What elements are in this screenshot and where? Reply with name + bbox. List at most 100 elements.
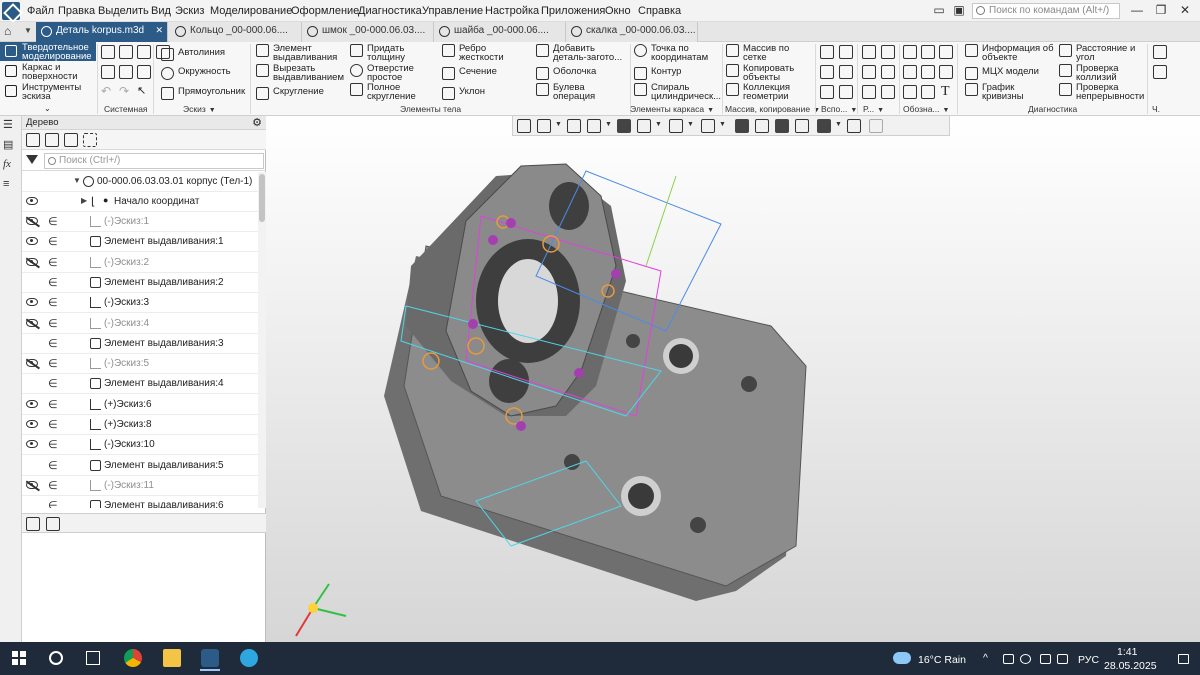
link-icon[interactable]: ∈ <box>48 215 58 228</box>
fillet-button[interactable]: Скругление <box>256 87 324 100</box>
layers-icon[interactable] <box>881 45 895 59</box>
clock-time[interactable]: 1:41 <box>1117 646 1137 658</box>
tree-row[interactable]: ∈ Элемент выдавливания:2 <box>22 273 258 293</box>
eye-icon[interactable] <box>26 197 38 205</box>
eye-hidden-icon[interactable] <box>26 318 38 327</box>
mode-wireframe-surfaces[interactable]: Каркас и поверхности <box>0 62 96 81</box>
rectangle-button[interactable]: Прямоугольник <box>161 87 245 100</box>
app-logo-icon[interactable] <box>2 2 20 20</box>
scroll-thumb[interactable] <box>259 174 265 222</box>
tree-structure-icon[interactable] <box>26 133 40 147</box>
extrude-button[interactable]: Элемент выдавливания <box>256 44 343 62</box>
tree-row[interactable]: ∈ (-)Эскиз:3 <box>22 293 258 314</box>
menu-window[interactable]: Окно <box>605 5 631 17</box>
table-icon[interactable] <box>881 85 895 99</box>
tree-row[interactable]: ∈ (+)Эскиз:8 <box>22 415 258 435</box>
offset-plane-icon[interactable] <box>820 85 834 99</box>
volume-icon[interactable] <box>1057 654 1068 664</box>
tree-row[interactable]: ∈ (+)Эскиз:6 <box>22 395 258 415</box>
weather-cloud-icon[interactable] <box>893 652 911 664</box>
menu-diagnostics[interactable]: Диагностика <box>358 5 422 17</box>
gear-icon[interactable]: ⚙ <box>252 116 262 129</box>
dimension-icon[interactable] <box>903 65 917 79</box>
angle-dim-icon[interactable] <box>921 65 935 79</box>
tree-scrollbar[interactable] <box>258 172 266 508</box>
link-icon[interactable]: ∈ <box>48 459 58 472</box>
link-icon[interactable]: ∈ <box>48 398 58 411</box>
chrome-app-icon[interactable] <box>119 646 147 671</box>
command-search-input[interactable]: Поиск по командам (Alt+/) <box>972 3 1120 19</box>
chevron-down-icon[interactable]: ▼ <box>555 121 562 128</box>
chevron-down-icon[interactable]: ▼ <box>835 121 842 128</box>
tree-row[interactable]: ∈ (-)Эскиз:4 <box>22 314 258 334</box>
close-button[interactable]: ✕ <box>1174 2 1196 19</box>
menu-applications[interactable]: Приложения <box>541 5 605 17</box>
text-icon[interactable]: T <box>941 84 950 100</box>
tree-history-icon[interactable] <box>45 133 59 147</box>
tabs-dropdown-icon[interactable]: ▼ <box>24 26 32 35</box>
tree-row[interactable]: ∈ Элемент выдавливания:6 <box>22 496 258 508</box>
tree-row[interactable]: ∈ (-)Эскиз:2 <box>22 253 258 273</box>
close-tab-icon[interactable]: ✕ <box>155 25 163 36</box>
model-view[interactable] <box>266 116 1200 642</box>
eye-hidden-icon[interactable] <box>26 480 38 489</box>
home-icon[interactable]: ⌂ <box>4 25 18 38</box>
simple-hole-button[interactable]: Отверстие простое <box>350 64 427 82</box>
windows-start-icon[interactable] <box>12 651 26 665</box>
thicken-button[interactable]: Придать толщину <box>350 44 419 62</box>
boolean-button[interactable]: Булева операция <box>536 83 605 101</box>
props-icon[interactable] <box>862 85 876 99</box>
link-icon[interactable]: ∈ <box>48 317 58 330</box>
radius-dim-icon[interactable] <box>903 85 917 99</box>
chevron-down-icon[interactable]: ▼ <box>605 121 612 128</box>
menu-modeling[interactable]: Моделирование <box>210 5 292 17</box>
snap-icon[interactable] <box>735 119 749 133</box>
tolerance-icon[interactable] <box>939 65 953 79</box>
variables-icon[interactable]: fx <box>0 158 22 178</box>
onedrive-icon[interactable] <box>1003 654 1014 664</box>
tree-row[interactable]: ∈ (-)Эскиз:11 <box>22 476 258 496</box>
shaded-view-icon[interactable] <box>617 119 631 133</box>
search-circle-icon[interactable] <box>49 651 63 665</box>
cut-extrude-button[interactable]: Вырезать выдавливанием <box>256 64 351 82</box>
tree-select-icon[interactable] <box>83 133 97 147</box>
minimize-button[interactable]: — <box>1126 2 1148 19</box>
spec-icon[interactable] <box>1153 65 1167 79</box>
tree-search-input[interactable]: Поиск (Ctrl+/) <box>44 153 264 169</box>
undo-icon[interactable]: ↶ <box>101 84 111 98</box>
tree-row[interactable]: ∈ (-)Эскиз:1 <box>22 212 258 232</box>
tree-view-icon[interactable] <box>64 133 78 147</box>
rib-button[interactable]: Ребро жесткости <box>442 44 511 62</box>
visibility-icon[interactable] <box>669 119 683 133</box>
spec-list-icon[interactable] <box>46 517 60 531</box>
chevron-down-icon[interactable]: ▼ <box>655 121 662 128</box>
grid-array-button[interactable]: Массив по сетке <box>726 44 803 62</box>
circle-button[interactable]: Окружность <box>161 67 231 80</box>
geometry-collection-button[interactable]: Коллекция геометрии <box>726 83 803 101</box>
zoom-icon[interactable] <box>537 119 551 133</box>
rotate-icon[interactable] <box>567 119 581 133</box>
save-icon[interactable] <box>137 65 151 79</box>
link-icon[interactable]: ∈ <box>48 499 58 508</box>
continuity-check-button[interactable]: Проверка непрерывности <box>1059 83 1150 101</box>
distance-angle-button[interactable]: Расстояние и угол <box>1059 44 1148 62</box>
open-folder-icon[interactable] <box>119 45 133 59</box>
link-icon[interactable]: ∈ <box>48 438 58 451</box>
tree-row[interactable]: ∈ (-)Эскиз:10 <box>22 435 258 456</box>
base-icon[interactable] <box>939 45 953 59</box>
link-icon[interactable]: ∈ <box>48 235 58 248</box>
diameter-dim-icon[interactable] <box>921 85 935 99</box>
telegram-app-icon[interactable] <box>235 646 263 671</box>
tree-root-row[interactable]: ▼ 00-000.06.03.03.01 корпус (Тел-1) <box>22 172 258 192</box>
explorer-app-icon[interactable] <box>158 646 186 671</box>
tray-chevron-icon[interactable]: ^ <box>983 652 988 664</box>
pointer-icon[interactable] <box>847 119 861 133</box>
print-icon[interactable] <box>119 65 133 79</box>
tab-skalka[interactable]: скалка _00-000.06.03.... <box>566 22 698 42</box>
display-icon[interactable] <box>795 119 809 133</box>
maximize-button[interactable]: ❐ <box>1150 2 1172 19</box>
chevron-down-icon[interactable]: ▼ <box>719 121 726 128</box>
filter-icon[interactable] <box>817 119 831 133</box>
properties-icon[interactable]: ▤ <box>0 138 22 158</box>
eye-icon[interactable] <box>26 420 38 428</box>
